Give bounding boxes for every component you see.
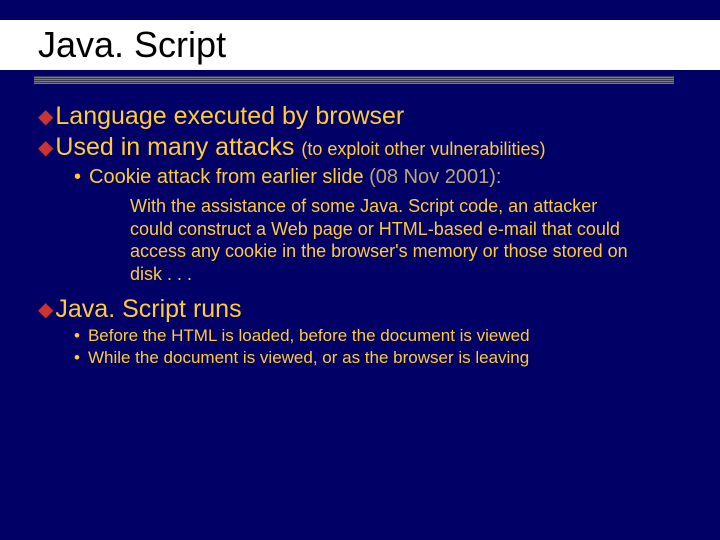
bullet-text: Java. Script runs [55, 295, 241, 323]
bullet-main: Used in many attacks [55, 133, 301, 161]
sub-bullet-cookie: • Cookie attack from earlier slide (08 No… [74, 166, 690, 189]
diamond-icon: ◆ [38, 135, 53, 160]
diamond-icon: ◆ [38, 297, 53, 322]
sub-bullet-text-a: Cookie attack from earlier slide [89, 166, 369, 188]
bullet-icon: • [74, 348, 80, 367]
bullet-paren: (to exploit other vulnerabilities) [301, 139, 545, 159]
sub-bullet-text: Before the HTML is loaded, before the do… [88, 326, 530, 345]
sub-bullet-while: • While the document is viewed, or as the… [74, 348, 690, 368]
bullet-icon: • [74, 166, 81, 188]
sub-bullet-text: While the document is viewed, or as the … [88, 348, 529, 367]
bullet-runs: ◆Java. Script runs [38, 295, 690, 324]
bullet-text: Used in many attacks (to exploit other v… [55, 133, 545, 161]
bullet-text: Language executed by browser [55, 102, 404, 130]
title-divider [34, 76, 674, 84]
slide: Java. Script ◆Language executed by brows… [0, 0, 720, 390]
bullet-language: ◆Language executed by browser [38, 102, 690, 131]
slide-title: Java. Script [0, 20, 720, 70]
diamond-icon: ◆ [38, 104, 53, 129]
sub-bullet-before: • Before the HTML is loaded, before the d… [74, 326, 690, 346]
detail-text: With the assistance of some Java. Script… [130, 195, 630, 285]
sub-bullet-date: (08 Nov 2001): [369, 166, 501, 188]
bullet-attacks: ◆Used in many attacks (to exploit other … [38, 133, 690, 162]
bullet-icon: • [74, 326, 80, 345]
